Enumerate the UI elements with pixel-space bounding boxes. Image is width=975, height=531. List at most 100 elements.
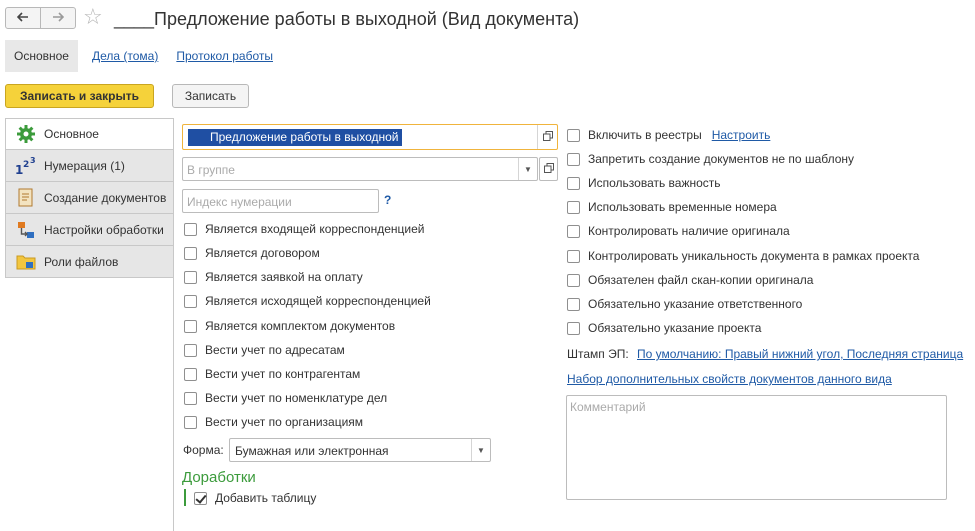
checkbox-responsible-required[interactable]: Обязательно указание ответственного <box>567 296 802 312</box>
checkbox-label: Является договором <box>205 246 320 260</box>
open-button[interactable] <box>537 125 557 149</box>
tab-cases[interactable]: Дела (тома) <box>88 49 162 63</box>
help-link[interactable]: ? <box>384 193 391 207</box>
checkbox-box[interactable] <box>184 222 197 236</box>
checkbox-box[interactable] <box>184 319 197 333</box>
name-value: Предложение работы в выходной <box>188 129 402 146</box>
section-title-customizations: Доработки <box>182 469 256 486</box>
sidebar-item-label: Создание документов <box>44 190 167 205</box>
checkbox-box[interactable] <box>194 491 207 505</box>
additional-properties-link[interactable]: Набор дополнительных свойств документов … <box>567 372 892 386</box>
checkbox-box[interactable] <box>567 200 580 214</box>
save-button[interactable]: Записать <box>172 84 249 108</box>
checkbox-label: Вести учет по организациям <box>205 415 364 429</box>
checkbox-label: Является входящей корреспонденцией <box>205 222 425 236</box>
panel-divider <box>173 118 174 531</box>
checkbox-box[interactable] <box>567 297 580 311</box>
checkbox-label: Контролировать наличие оригинала <box>588 224 790 238</box>
arrow-right-icon <box>52 11 65 25</box>
checkbox-box[interactable] <box>184 367 197 381</box>
checkbox-label: Вести учет по номенклатуре дел <box>205 391 388 405</box>
checkbox-box[interactable] <box>184 246 197 260</box>
checkbox-project-required[interactable]: Обязательно указание проекта <box>567 320 761 336</box>
sidebar-item-main[interactable]: Основное <box>5 118 174 150</box>
checkbox-incoming-correspondence[interactable]: Является входящей корреспонденцией <box>184 221 424 237</box>
form-type-value: Бумажная или электронная <box>235 444 389 458</box>
form-tabs: Основное Дела (тома) Протокол работы <box>5 40 277 72</box>
process-icon <box>15 219 37 241</box>
checkbox-label: Включить в реестры <box>588 128 702 142</box>
checkbox-box[interactable] <box>184 270 197 284</box>
checkbox-outgoing-correspondence[interactable]: Является исходящей корреспонденцией <box>184 293 431 309</box>
checkbox-box[interactable] <box>567 176 580 190</box>
back-button[interactable] <box>6 8 40 28</box>
gear-icon <box>15 123 37 145</box>
signature-stamp-label: Штамп ЭП: <box>567 347 629 361</box>
checkbox-forbid-non-template[interactable]: Запретить создание документов не по шабл… <box>567 151 854 167</box>
open-icon <box>542 130 553 144</box>
checkbox-use-importance[interactable]: Использовать важность <box>567 175 721 191</box>
star-icon[interactable]: ☆ <box>83 4 103 30</box>
sidebar-item-label: Нумерация (1) <box>44 158 125 173</box>
checkbox-temporary-numbers[interactable]: Использовать временные номера <box>567 199 777 215</box>
numbering-index-field[interactable]: Индекс нумерации <box>182 189 379 213</box>
checkbox-include-registers[interactable]: Включить в реестры Настроить <box>567 127 770 143</box>
checkbox-label: Использовать временные номера <box>588 200 777 214</box>
document-icon <box>15 187 37 209</box>
checkbox-box[interactable] <box>184 415 197 429</box>
form-type-select[interactable]: Бумажная или электронная ▼ <box>229 438 491 462</box>
checkbox-label: Является комплектом документов <box>205 319 396 333</box>
checkbox-scan-required[interactable]: Обязателен файл скан-копии оригинала <box>567 272 813 288</box>
sidebar-item-processing-settings[interactable]: Настройки обработки <box>5 214 174 246</box>
checkbox-label: Запретить создание документов не по шабл… <box>588 152 855 166</box>
checkbox-box[interactable] <box>184 391 197 405</box>
comment-field[interactable]: Комментарий <box>566 395 947 500</box>
checkbox-label: Обязателен файл скан-копии оригинала <box>588 273 814 287</box>
checkbox-label: Является исходящей корреспонденцией <box>205 294 431 308</box>
forward-button[interactable] <box>40 8 75 28</box>
name-field[interactable]: Предложение работы в выходной <box>182 124 558 150</box>
checkbox-track-organizations[interactable]: Вести учет по организациям <box>184 414 363 430</box>
checkbox-box[interactable] <box>184 343 197 357</box>
save-and-close-button[interactable]: Записать и закрыть <box>5 84 154 108</box>
signature-stamp-link[interactable]: По умолчанию: Правый нижний угол, Послед… <box>637 347 963 361</box>
group-open-button[interactable] <box>539 157 558 181</box>
checkbox-payment-request[interactable]: Является заявкой на оплату <box>184 269 363 285</box>
group-field[interactable]: В группе ▼ <box>182 157 538 181</box>
sidebar: Основное 1 2 3 Нумерация (1) Создание до… <box>5 118 174 278</box>
checkbox-box[interactable] <box>567 321 580 335</box>
chevron-down-icon[interactable]: ▼ <box>471 439 490 461</box>
sidebar-item-create-documents[interactable]: Создание документов <box>5 182 174 214</box>
svg-text:3: 3 <box>30 156 36 165</box>
checkbox-box[interactable] <box>567 128 580 142</box>
sidebar-item-file-roles[interactable]: Роли файлов <box>5 246 174 278</box>
numbering-icon: 1 2 3 <box>15 155 37 177</box>
checkbox-label: Использовать важность <box>588 176 721 190</box>
group-placeholder: В группе <box>187 163 235 177</box>
checkbox-control-uniqueness[interactable]: Контролировать уникальность документа в … <box>567 248 919 264</box>
checkbox-box[interactable] <box>567 249 580 263</box>
sidebar-item-label: Роли файлов <box>44 254 119 269</box>
checkbox-track-counterparties[interactable]: Вести учет по контрагентам <box>184 366 360 382</box>
sidebar-item-numbering[interactable]: 1 2 3 Нумерация (1) <box>5 150 174 182</box>
checkbox-control-original[interactable]: Контролировать наличие оригинала <box>567 223 790 239</box>
svg-text:2: 2 <box>23 160 29 170</box>
checkbox-label: Является заявкой на оплату <box>205 270 363 284</box>
open-icon <box>543 162 554 176</box>
comment-placeholder: Комментарий <box>570 400 646 414</box>
checkbox-box[interactable] <box>567 224 580 238</box>
checkbox-track-case-nomenclature[interactable]: Вести учет по номенклатуре дел <box>184 390 387 406</box>
checkbox-box[interactable] <box>567 152 580 166</box>
tab-main[interactable]: Основное <box>5 40 78 72</box>
checkbox-document-set[interactable]: Является комплектом документов <box>184 318 395 334</box>
tab-work-log[interactable]: Протокол работы <box>172 49 277 63</box>
page-title: ____Предложение работы в выходной (Вид д… <box>114 9 580 29</box>
sidebar-item-label: Настройки обработки <box>44 222 164 237</box>
checkbox-box[interactable] <box>184 294 197 308</box>
configure-link[interactable]: Настроить <box>712 128 771 142</box>
checkbox-add-table[interactable]: Добавить таблицу <box>194 490 316 506</box>
chevron-down-icon[interactable]: ▼ <box>518 158 537 180</box>
checkbox-box[interactable] <box>567 273 580 287</box>
checkbox-track-addressees[interactable]: Вести учет по адресатам <box>184 342 345 358</box>
checkbox-contract[interactable]: Является договором <box>184 245 320 261</box>
